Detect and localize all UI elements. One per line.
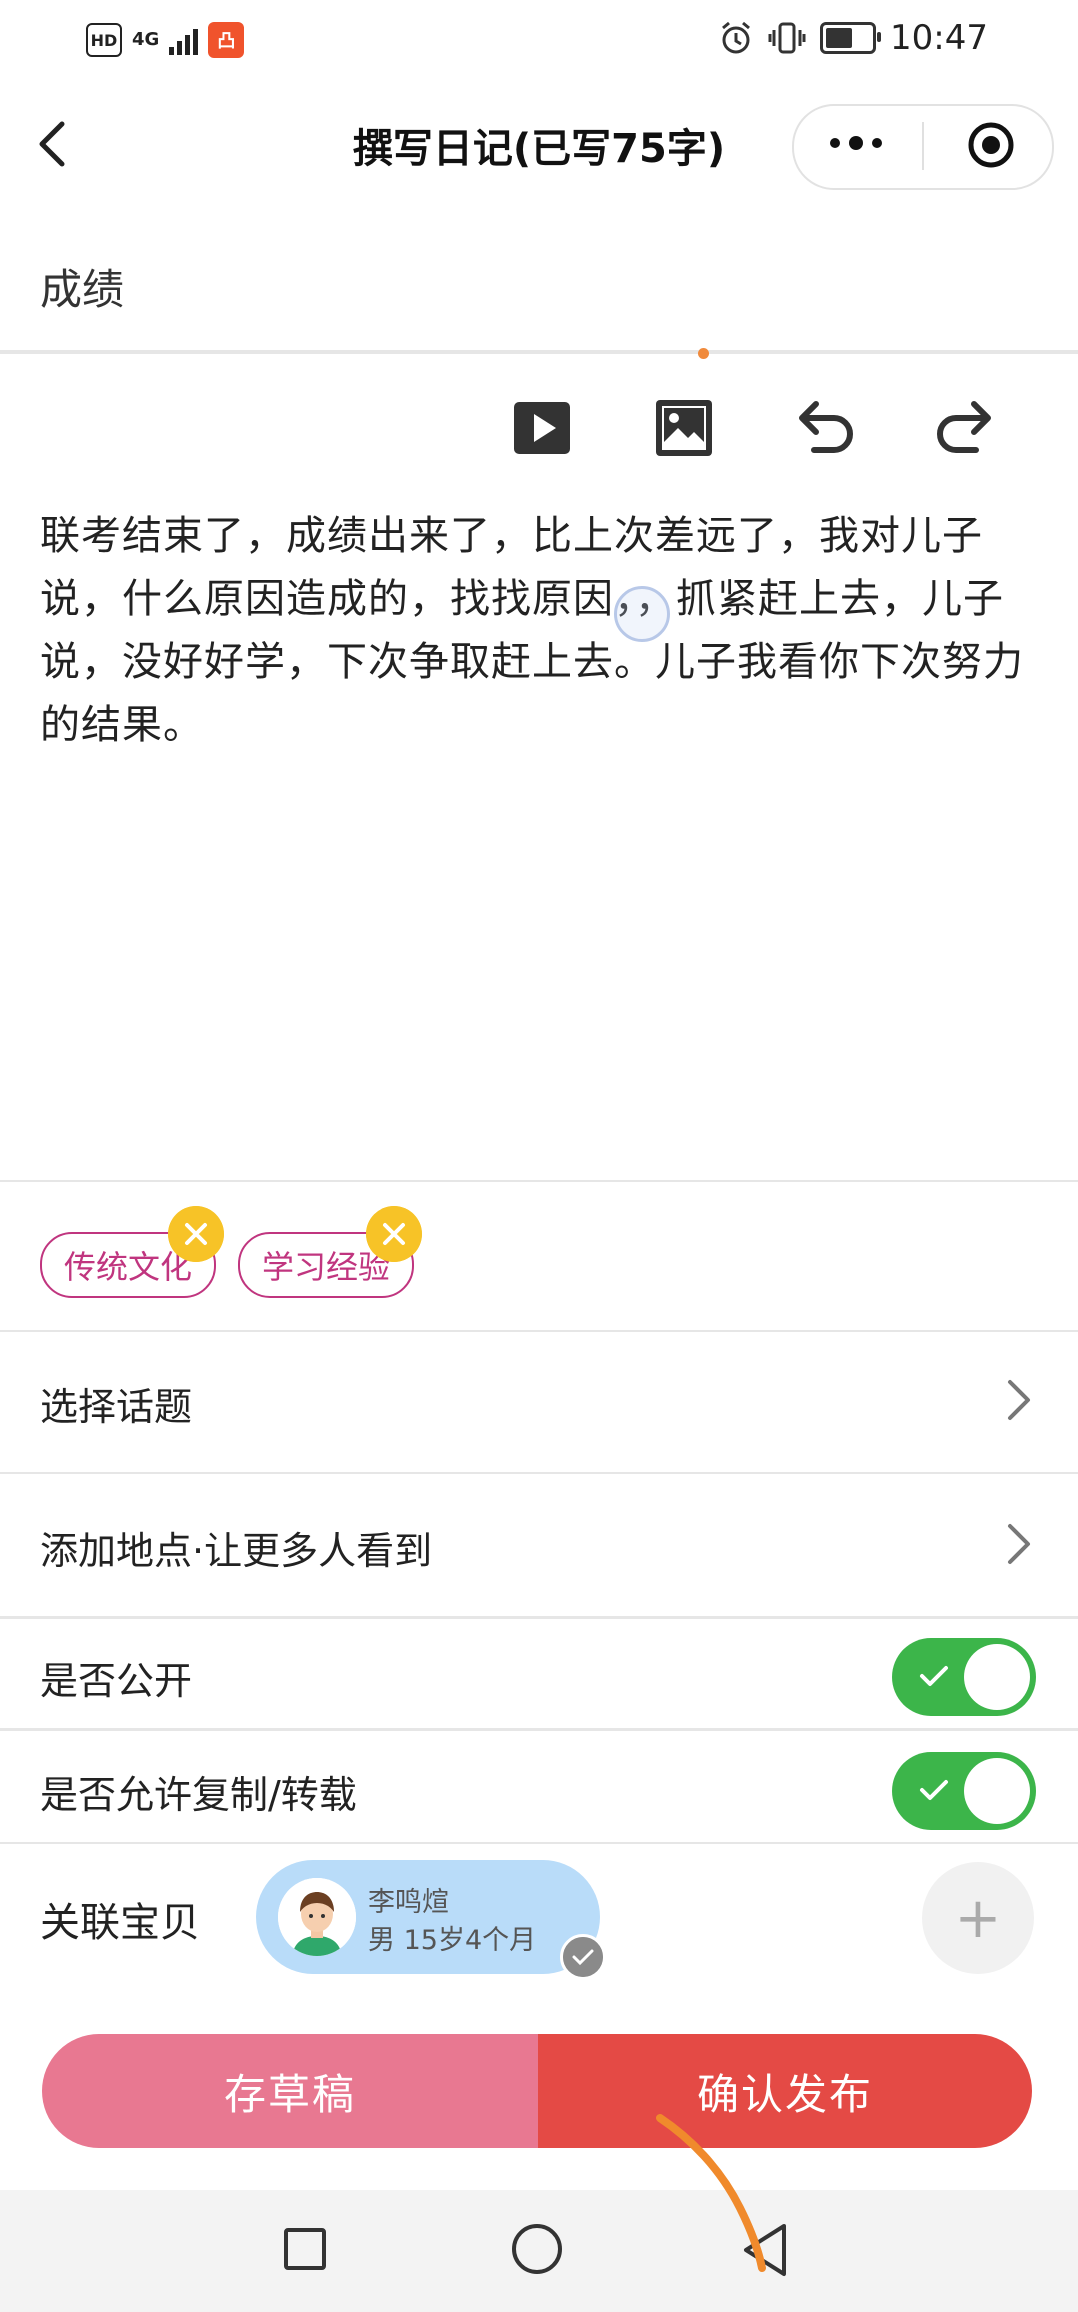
child-name: 李鸣煊	[368, 1887, 449, 1918]
save-draft-button[interactable]: 存草稿	[42, 2034, 538, 2148]
chevron-right-icon	[1008, 1380, 1030, 1420]
network-label: 4G	[132, 29, 160, 50]
allow-copy-label: 是否允许复制/转载	[40, 1773, 357, 1817]
redo-icon[interactable]	[934, 396, 998, 460]
add-child-button[interactable]: +	[922, 1862, 1034, 1974]
recents-icon[interactable]	[284, 2228, 326, 2270]
hd-badge: HD	[86, 23, 122, 57]
progress-dot	[698, 348, 709, 359]
child-info: 男 15岁4个月	[368, 1925, 537, 1956]
status-left: HD 4G 凸	[86, 22, 245, 58]
video-icon[interactable]	[510, 396, 574, 460]
row-divider	[0, 1616, 1078, 1619]
more-dots-icon[interactable]	[830, 136, 882, 150]
choose-topic-row[interactable]: 选择话题	[40, 1376, 192, 1431]
target-icon[interactable]	[966, 120, 1016, 170]
undo-icon[interactable]	[792, 396, 856, 460]
row-divider	[0, 1728, 1078, 1731]
swipe-gesture-trail	[656, 2114, 766, 2272]
remove-tag-icon[interactable]	[168, 1206, 224, 1262]
content-divider	[0, 1180, 1078, 1182]
public-label: 是否公开	[40, 1659, 193, 1703]
public-toggle[interactable]	[892, 1638, 1036, 1716]
allow-copy-toggle[interactable]	[892, 1752, 1036, 1830]
subject-divider	[0, 350, 1078, 354]
add-location-row[interactable]: 添加地点·让更多人看到	[40, 1520, 432, 1575]
avatar	[278, 1878, 356, 1956]
check-icon	[920, 1666, 948, 1686]
image-icon[interactable]	[652, 396, 716, 460]
check-icon	[920, 1780, 948, 1800]
home-icon[interactable]	[512, 2224, 562, 2274]
selected-check-icon	[560, 1934, 606, 1980]
touch-indicator	[614, 586, 670, 642]
capsule-divider	[922, 122, 924, 170]
remove-tag-icon[interactable]	[366, 1206, 422, 1262]
alarm-icon	[722, 21, 750, 54]
signal-icon	[169, 25, 199, 55]
toggle-knob	[964, 1758, 1030, 1824]
status-bar: HD 4G 凸 10:47	[0, 0, 1078, 84]
clock: 10:47	[890, 18, 988, 58]
status-right: 10:47	[718, 18, 988, 58]
toggle-knob	[964, 1644, 1030, 1710]
battery-icon	[820, 22, 882, 54]
diary-content-textarea[interactable]: 联考结束了，成绩出来了，比上次差远了，我对儿子说，什么原因造成的，找找原因，，抓…	[40, 505, 1040, 757]
vibrate-icon	[768, 22, 806, 54]
related-child-label: 关联宝贝	[40, 1900, 200, 1946]
row-divider	[0, 1472, 1078, 1474]
row-divider	[0, 1842, 1078, 1844]
chevron-right-icon	[1008, 1524, 1030, 1564]
tags-divider	[0, 1330, 1078, 1332]
app-badge-icon: 凸	[208, 22, 245, 58]
subject-input[interactable]: 成绩	[40, 256, 124, 317]
